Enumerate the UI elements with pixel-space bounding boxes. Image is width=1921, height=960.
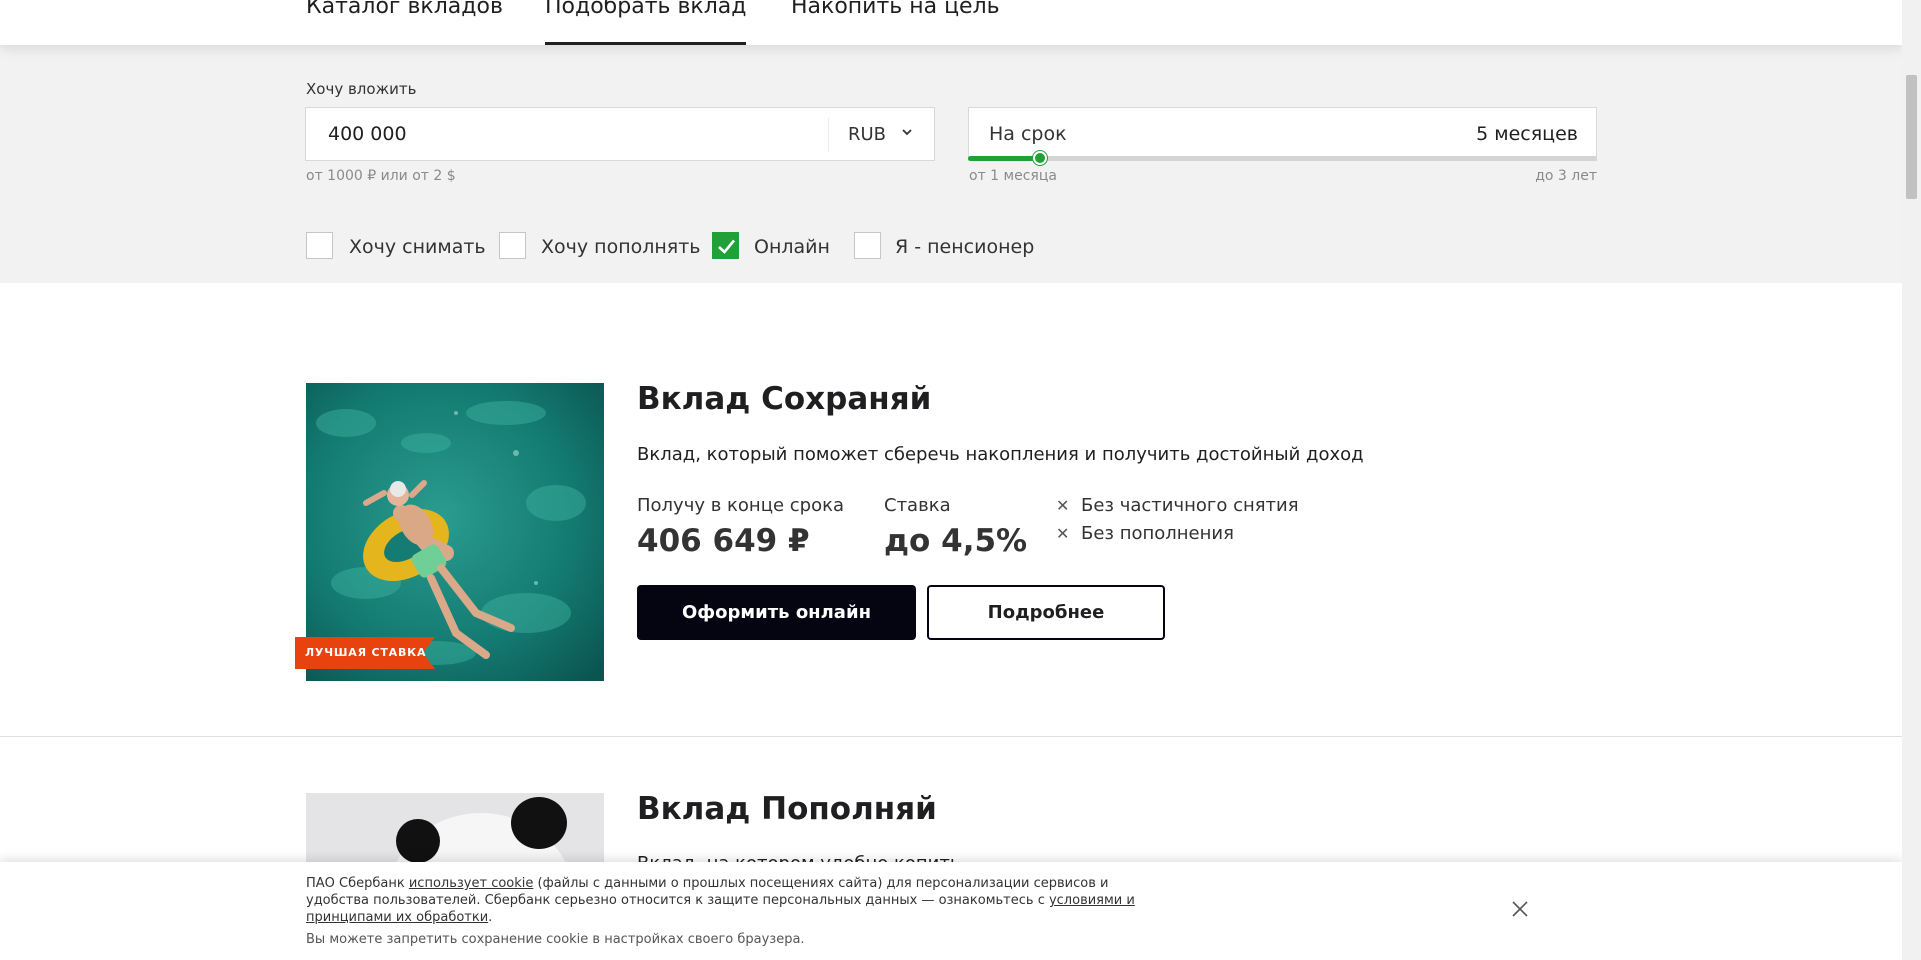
- condition-item: ✕ Без частичного снятия: [1056, 495, 1299, 516]
- amount-field[interactable]: 400 000 RUB: [305, 107, 935, 161]
- term-field[interactable]: На срок 5 месяцев: [968, 107, 1597, 161]
- tab-choose-deposit[interactable]: Подобрать вклад: [545, 0, 747, 45]
- details-button[interactable]: Подробнее: [927, 585, 1165, 640]
- card-divider: [0, 736, 1902, 737]
- payout-value: 406 649 ₽: [637, 523, 810, 559]
- deposit-description: Вклад, который поможет сберечь накоплени…: [637, 444, 1364, 465]
- amount-divider: [828, 118, 829, 152]
- apply-online-button[interactable]: Оформить онлайн: [637, 585, 916, 640]
- cookie-banner: ПАО Сбербанк использует cookie (файлы с …: [0, 862, 1902, 960]
- page-scrollbar[interactable]: [1902, 0, 1921, 960]
- amount-hint: от 1000 ₽ или от 2 $: [306, 168, 456, 184]
- rate-value: до 4,5%: [884, 523, 1028, 559]
- term-slider-fill: [968, 156, 1041, 161]
- check-icon: [718, 239, 736, 254]
- term-slider-handle[interactable]: [1033, 151, 1048, 165]
- best-rate-ribbon-text: ЛУЧШАЯ СТАВКА: [305, 646, 427, 659]
- tab-save-for-goal[interactable]: Накопить на цель: [791, 0, 1000, 45]
- currency-select[interactable]: RUB: [848, 124, 886, 145]
- checkbox-pensioner[interactable]: [854, 232, 881, 259]
- term-value: 5 месяцев: [1476, 123, 1578, 145]
- close-icon[interactable]: [1510, 899, 1530, 919]
- rate-label: Ставка: [884, 495, 951, 516]
- checkbox-withdraw-label[interactable]: Хочу снимать: [349, 236, 486, 258]
- tab-deposit-catalog[interactable]: Каталог вкладов: [306, 0, 503, 45]
- condition-text: Без частичного снятия: [1081, 495, 1299, 516]
- cookie-text-part: ПАО Сбербанк: [306, 876, 409, 891]
- invest-amount-label: Хочу вложить: [306, 80, 417, 98]
- cookie-text-part: .: [488, 910, 493, 925]
- term-max-hint: до 3 лет: [1535, 168, 1597, 184]
- checkbox-pensioner-label[interactable]: Я - пенсионер: [895, 236, 1034, 258]
- best-rate-ribbon: ЛУЧШАЯ СТАВКА: [295, 637, 435, 677]
- term-label: На срок: [989, 123, 1067, 145]
- condition-text: Без пополнения: [1081, 523, 1234, 544]
- deposit-title[interactable]: Вклад Пополняй: [637, 791, 937, 827]
- cookie-usage-link[interactable]: использует cookie: [409, 876, 534, 891]
- term-min-hint: от 1 месяца: [969, 168, 1057, 184]
- deposit-tabs-bar: Каталог вкладов Подобрать вклад Накопить…: [0, 0, 1902, 45]
- checkbox-online-label[interactable]: Онлайн: [754, 236, 830, 258]
- cross-icon: ✕: [1056, 496, 1070, 515]
- amount-input[interactable]: 400 000: [328, 123, 407, 145]
- deposit-title[interactable]: Вклад Сохраняй: [637, 381, 931, 417]
- cookie-text: ПАО Сбербанк использует cookie (файлы с …: [306, 875, 1146, 926]
- cookie-note: Вы можете запретить сохранение cookie в …: [306, 932, 805, 947]
- chevron-down-icon[interactable]: [902, 127, 912, 137]
- cross-icon: ✕: [1056, 524, 1070, 543]
- deposit-filters: Хочу вложить 400 000 RUB от 1000 ₽ или о…: [0, 45, 1902, 283]
- checkbox-topup-label[interactable]: Хочу пополнять: [541, 236, 701, 258]
- checkbox-withdraw[interactable]: [306, 232, 333, 259]
- checkbox-online[interactable]: [712, 232, 739, 259]
- payout-label: Получу в конце срока: [637, 495, 844, 516]
- condition-item: ✕ Без пополнения: [1056, 523, 1234, 544]
- scrollbar-thumb[interactable]: [1906, 75, 1917, 199]
- term-slider[interactable]: [968, 151, 1597, 165]
- checkbox-topup[interactable]: [499, 232, 526, 259]
